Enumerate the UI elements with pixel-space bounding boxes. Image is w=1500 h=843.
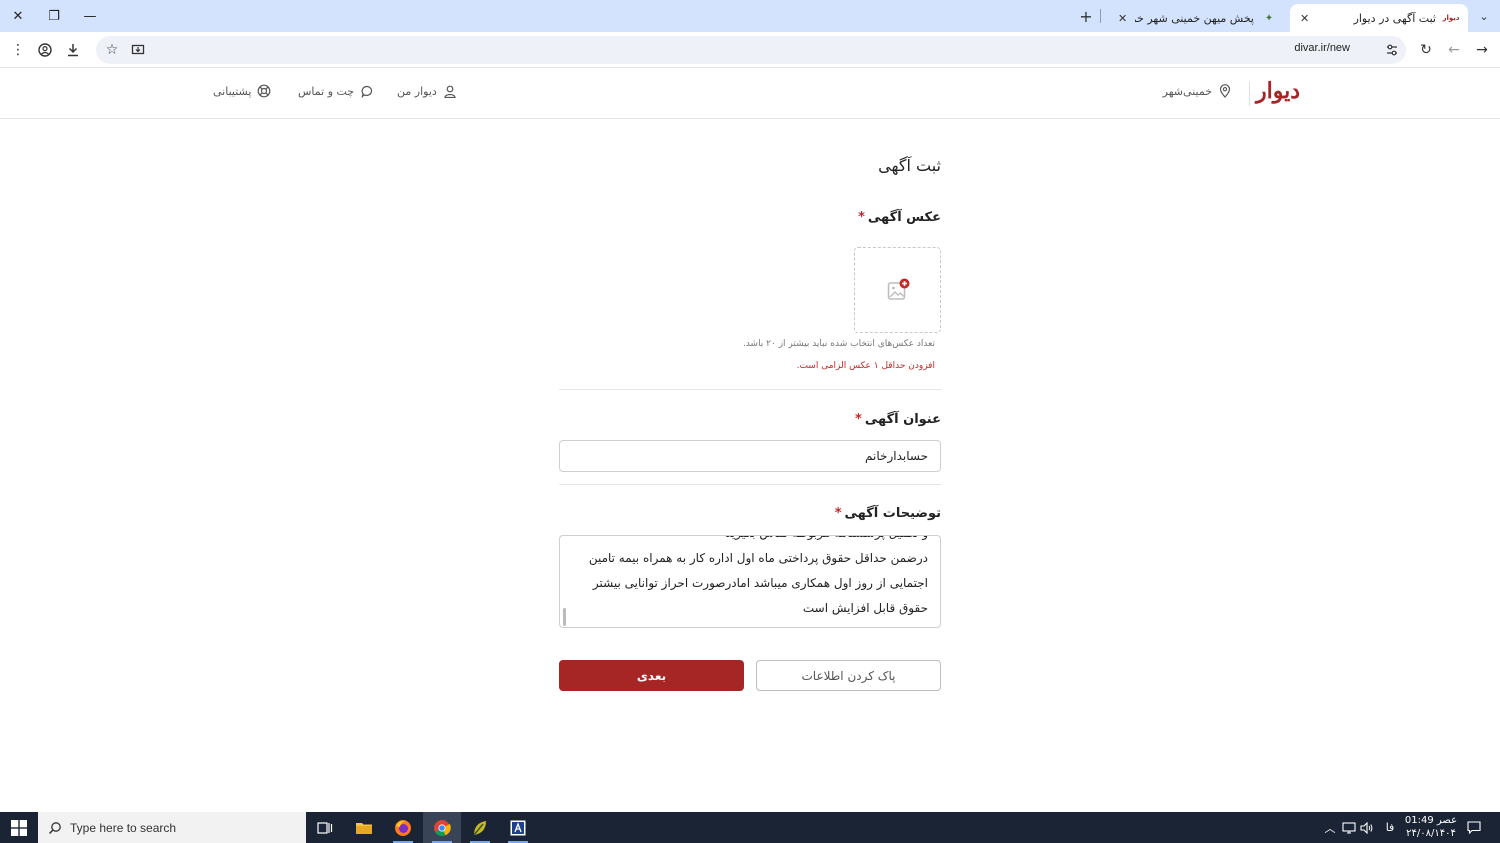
volume-icon[interactable] — [1358, 812, 1376, 843]
required-mark: * — [834, 506, 842, 521]
photo-label: عکس آگهی* — [858, 210, 941, 225]
page-title: ثبت آگهی — [878, 156, 941, 175]
tab-close-icon[interactable]: ✕ — [1118, 12, 1127, 25]
tab-title: ثبت آگهی در دیوار — [1353, 11, 1436, 25]
nav-chat[interactable]: چت و تماس — [298, 84, 374, 98]
title-label-text: عنوان آگهی — [864, 412, 941, 427]
required-mark: * — [855, 412, 862, 427]
new-tab-button[interactable]: + — [1076, 4, 1096, 28]
network-icon[interactable] — [1340, 812, 1358, 843]
firefox-icon[interactable] — [384, 812, 422, 843]
tab-pakhsh-mihan[interactable]: ✦ پخش میهن خمینی شهر خمینی ش ✕ — [1108, 4, 1286, 32]
photo-error-message: افزودن حداقل ۱ عکس الزامی است. — [796, 361, 935, 371]
browser-toolbar: ⋮ ☆ divar.ir/new ↻ ← → — [0, 32, 1500, 68]
taskbar-search-box[interactable]: Type here to search — [38, 812, 306, 843]
address-bar[interactable]: ☆ divar.ir/new — [96, 36, 1406, 64]
site-settings-icon[interactable] — [1380, 38, 1404, 62]
photo-label-text: عکس آگهی — [867, 210, 941, 225]
clock-date: ۲۴/۰۸/۱۴۰۴ — [1406, 828, 1456, 839]
windows-taskbar: Type here to search ︿ فا عصر 01:49 ۲۴/۰۸… — [0, 812, 1500, 843]
nav-support-label: پشتیبانی — [213, 84, 252, 98]
section-divider — [559, 389, 941, 390]
file-explorer-icon[interactable] — [345, 812, 383, 843]
window-restore-icon[interactable]: ❐ — [36, 0, 72, 32]
city-selector[interactable]: خمینی‌شهر — [1163, 84, 1232, 98]
install-app-icon[interactable] — [126, 38, 150, 62]
app-document-icon[interactable] — [499, 812, 537, 843]
app-leaf-icon[interactable] — [461, 812, 499, 843]
window-minimize-icon[interactable]: — — [72, 0, 108, 32]
site-header: دیوار خمینی‌شهر دیوار من چت و تماس پشتیب… — [0, 68, 1500, 119]
chrome-icon[interactable] — [423, 812, 461, 843]
required-mark: * — [858, 210, 865, 225]
ad-description-text: و تکمیل پرسشنامه مربوطه تماس بگیرید درضم… — [588, 536, 928, 615]
url-text[interactable]: divar.ir/new — [1294, 42, 1350, 54]
taskbar-clock[interactable]: عصر 01:49 ۲۴/۰۸/۱۴۰۴ — [1396, 814, 1466, 840]
user-icon — [443, 84, 457, 98]
browser-menu-icon[interactable]: ⋮ — [6, 38, 30, 62]
tab-divar-new[interactable]: دیوار ثبت آگهی در دیوار ✕ — [1290, 4, 1468, 32]
nav-my-divar[interactable]: دیوار من — [397, 84, 457, 98]
tab-search-chevron-down-icon[interactable]: ⌄ — [1470, 4, 1498, 28]
photo-upload-button[interactable] — [854, 247, 941, 333]
tray-chevron-up-icon[interactable]: ︿ — [1322, 812, 1338, 843]
tab-favicon-icon: ✦ — [1264, 12, 1274, 24]
bookmark-star-icon[interactable]: ☆ — [100, 38, 124, 62]
divar-logo[interactable]: دیوار — [1256, 78, 1300, 104]
section-divider — [559, 484, 941, 485]
tab-separator — [1100, 9, 1101, 23]
browser-tab-strip: ✕ ❐ — ✦ پخش میهن خمینی شهر خمینی ش ✕ + د… — [0, 0, 1500, 32]
tab-favicon-icon: دیوار — [1442, 14, 1460, 22]
download-icon[interactable] — [61, 38, 85, 62]
ad-title-input[interactable] — [559, 440, 941, 472]
city-name: خمینی‌شهر — [1162, 84, 1212, 98]
clock-time: عصر 01:49 — [1404, 815, 1458, 826]
header-divider — [1249, 82, 1250, 106]
window-close-icon[interactable]: ✕ — [0, 0, 36, 32]
add-photo-icon — [887, 278, 909, 300]
nav-chat-label: چت و تماس — [298, 84, 355, 98]
description-label-text: توضیحات آگهی — [844, 506, 942, 521]
photo-hint: تعداد عکس‌های انتخاب شده نباید بیشتر از … — [742, 339, 935, 349]
taskbar-search-placeholder: Type here to search — [70, 820, 177, 835]
title-label: عنوان آگهی* — [855, 412, 941, 427]
profile-icon[interactable] — [33, 38, 57, 62]
tab-title: پخش میهن خمینی شهر خمینی ش — [1135, 11, 1254, 25]
clear-form-button[interactable]: پاک کردن اطلاعات — [756, 660, 941, 691]
task-view-icon[interactable] — [306, 812, 344, 843]
chat-bubble-icon — [360, 84, 374, 98]
reload-icon[interactable]: ↻ — [1414, 38, 1438, 62]
lifebuoy-icon — [257, 84, 271, 98]
search-icon — [48, 821, 61, 834]
ad-description-textarea[interactable]: و تکمیل پرسشنامه مربوطه تماس بگیرید درضم… — [559, 535, 941, 628]
textarea-scrollbar[interactable] — [563, 608, 566, 626]
back-arrow-icon[interactable]: → — [1470, 38, 1494, 62]
description-label: توضیحات آگهی* — [835, 506, 941, 521]
notifications-icon[interactable] — [1462, 812, 1486, 843]
windows-start-icon[interactable] — [0, 812, 38, 843]
forward-arrow-icon[interactable]: ← — [1442, 38, 1466, 62]
location-pin-icon — [1218, 84, 1232, 98]
tab-close-icon[interactable]: ✕ — [1300, 12, 1309, 25]
nav-support[interactable]: پشتیبانی — [213, 84, 271, 98]
next-button[interactable]: بعدی — [559, 660, 744, 691]
nav-my-divar-label: دیوار من — [397, 84, 437, 98]
